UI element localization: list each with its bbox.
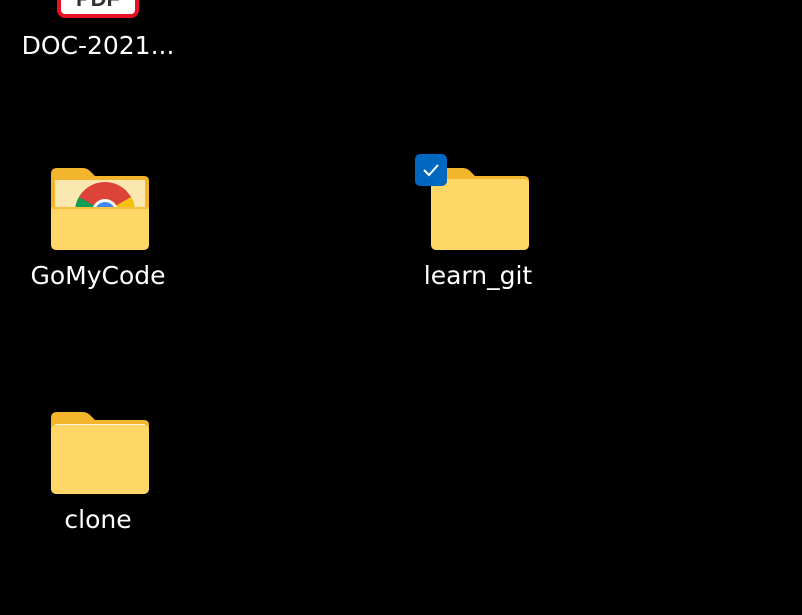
checkmark-icon bbox=[423, 164, 439, 177]
selection-checkbox[interactable] bbox=[415, 154, 447, 186]
desktop-item-label: clone bbox=[64, 505, 132, 534]
desktop-item-learn-git[interactable]: learn_git bbox=[388, 154, 568, 292]
desktop[interactable]: PDF DOC-2021... bbox=[0, 0, 802, 615]
desktop-item-pdf[interactable]: PDF DOC-2021... bbox=[8, 0, 188, 62]
desktop-item-gomycode[interactable]: GoMyCode bbox=[8, 164, 188, 292]
pdf-badge-text: PDF bbox=[76, 0, 120, 11]
desktop-item-label: DOC-2021... bbox=[21, 31, 175, 60]
folder-icon bbox=[43, 408, 153, 502]
pdf-file-icon: PDF bbox=[48, 0, 148, 28]
folder-icon bbox=[415, 154, 533, 258]
folder-chrome-icon bbox=[43, 164, 153, 258]
desktop-item-label: learn_git bbox=[423, 261, 533, 290]
desktop-item-clone[interactable]: clone bbox=[8, 408, 188, 536]
desktop-item-label: GoMyCode bbox=[30, 261, 166, 290]
